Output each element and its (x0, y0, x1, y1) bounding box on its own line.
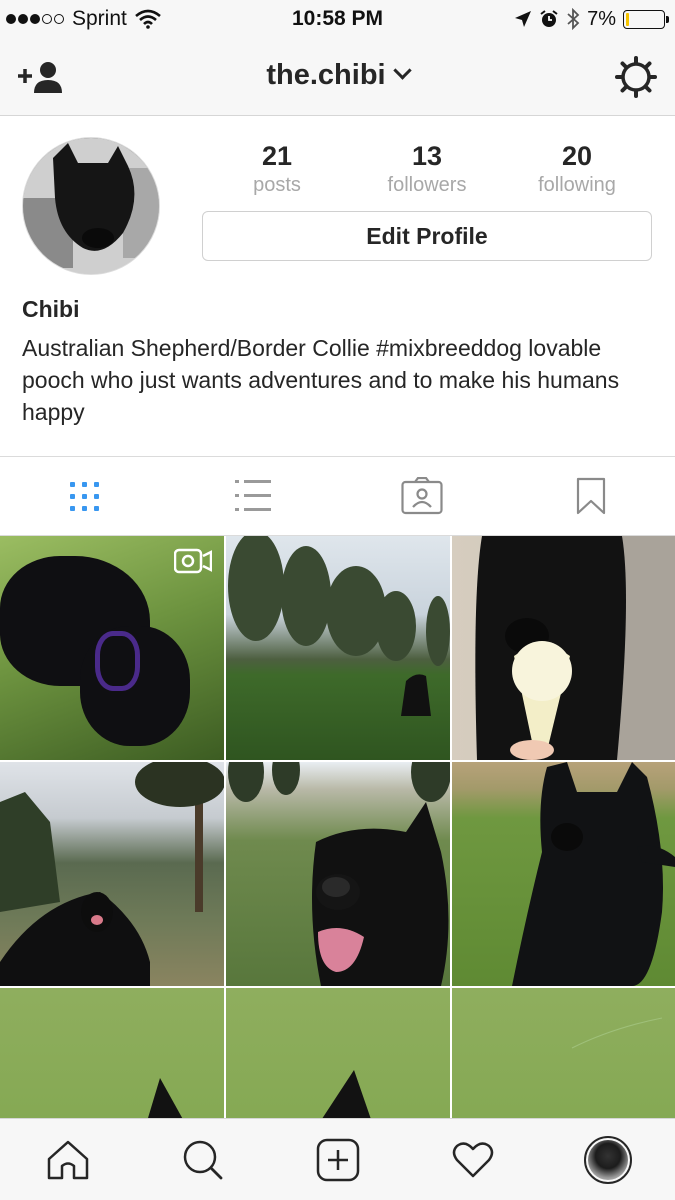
tab-list[interactable] (169, 457, 338, 535)
post-photo (228, 536, 450, 716)
post-photo (475, 536, 675, 760)
grid-view-icon (69, 481, 99, 511)
grid-post[interactable] (226, 536, 450, 760)
profile-nav-bar: the.chibi (0, 38, 675, 116)
post-photo (322, 1070, 371, 1118)
following-count: 20 (561, 141, 593, 171)
posts-count: 21 (261, 141, 293, 171)
status-bar: Sprint 10:58 PM 7% (0, 0, 675, 38)
saved-bookmark-icon (576, 477, 605, 515)
battery-icon (623, 9, 669, 29)
photo-grid (0, 536, 675, 1118)
post-photo (512, 762, 675, 986)
nav-profile[interactable] (540, 1119, 675, 1200)
post-photo (571, 1017, 663, 1049)
chevron-down-icon (392, 61, 412, 80)
list-view-icon (235, 480, 272, 511)
nav-new-post[interactable] (270, 1119, 405, 1200)
home-icon (47, 1140, 88, 1180)
gear-icon[interactable] (615, 56, 657, 98)
stat-posts[interactable]: 21 posts (202, 140, 352, 198)
username-switcher[interactable]: the.chibi (0, 59, 675, 92)
post-photo (228, 762, 450, 986)
grid-post[interactable] (452, 988, 675, 1118)
tab-grid[interactable] (0, 457, 169, 535)
nav-home[interactable] (0, 1119, 135, 1200)
stat-followers[interactable]: 13 followers (352, 140, 502, 198)
location-arrow-icon (515, 11, 532, 27)
username-label: the.chibi (266, 59, 386, 91)
activity-heart-icon (452, 1142, 493, 1178)
following-label: following (538, 174, 616, 196)
search-icon (183, 1140, 222, 1180)
followers-count: 13 (411, 141, 443, 171)
profile-bio: Australian Shepherd/Border Collie #mixbr… (22, 335, 620, 425)
tagged-photos-icon (401, 477, 443, 515)
post-photo (0, 762, 224, 986)
grid-post[interactable] (452, 536, 675, 760)
post-photo (148, 1078, 183, 1118)
grid-post[interactable] (0, 988, 224, 1118)
stat-following[interactable]: 20 following (502, 140, 652, 198)
alarm-icon (540, 10, 558, 27)
status-bar-right: 7% (514, 7, 669, 31)
battery-level-fill (626, 12, 629, 26)
nav-activity[interactable] (405, 1119, 540, 1200)
avatar-photo (23, 138, 159, 274)
posts-label: posts (253, 174, 301, 196)
profile-name: Chibi (22, 296, 80, 322)
grid-post[interactable] (226, 762, 450, 986)
new-post-icon (316, 1138, 359, 1182)
tab-saved[interactable] (506, 457, 675, 535)
bottom-tab-bar (0, 1118, 675, 1200)
grid-post[interactable] (226, 988, 450, 1118)
grid-post[interactable] (452, 762, 675, 986)
video-camera-icon (174, 548, 212, 574)
battery-percent: 7% (587, 7, 616, 30)
harness (95, 631, 140, 691)
tab-tagged[interactable] (338, 457, 507, 535)
followers-label: followers (387, 174, 467, 196)
edit-profile-button[interactable]: Edit Profile (202, 211, 652, 261)
profile-avatar[interactable] (22, 137, 160, 275)
bluetooth-icon (567, 8, 580, 30)
profile-view-tabs (0, 456, 675, 536)
profile-avatar-icon (583, 1136, 632, 1184)
grid-post[interactable] (0, 762, 224, 986)
grid-post[interactable] (0, 536, 224, 760)
profile-stats: 21 posts 13 followers 20 following (202, 140, 652, 198)
nav-search[interactable] (135, 1119, 270, 1200)
